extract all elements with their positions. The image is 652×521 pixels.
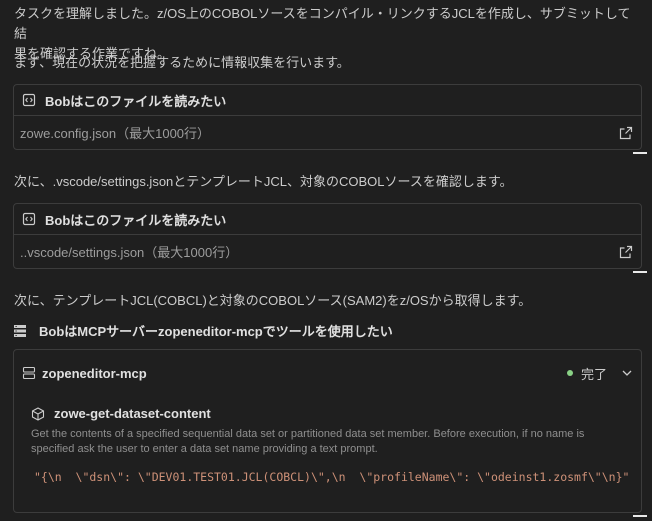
- chevron-down-icon[interactable]: [621, 367, 633, 379]
- file-code-icon: [22, 212, 36, 226]
- server-outline-icon: [22, 366, 36, 380]
- read-file-card-header: Bobはこのファイルを読みたい: [14, 204, 641, 235]
- scroll-marker: [633, 271, 647, 273]
- read-file-card-body[interactable]: ..vscode/settings.json（最大1000行）: [14, 235, 641, 268]
- read-file-card-title: Bobはこのファイルを読みたい: [45, 212, 227, 228]
- tool-function-name: zowe-get-dataset-content: [54, 406, 211, 421]
- read-file-card-header: Bobはこのファイルを読みたい: [14, 85, 641, 116]
- read-file-card-1: Bobはこのファイルを読みたい zowe.config.json（最大1000行…: [13, 84, 642, 150]
- read-file-card-2: Bobはこのファイルを読みたい ..vscode/settings.json（最…: [13, 203, 642, 269]
- tool-function: zowe-get-dataset-content: [31, 406, 211, 421]
- mcp-tool-header[interactable]: zopeneditor-mcp 完了: [22, 362, 633, 384]
- file-code-icon: [22, 93, 36, 107]
- intro-line-3: まず、現在の状況を把握するために情報収集を行います。: [14, 55, 350, 70]
- scroll-marker: [633, 152, 647, 154]
- read-file-card-title: Bobはこのファイルを読みたい: [45, 93, 227, 109]
- scroll-marker: [633, 515, 647, 517]
- status-label: 完了: [580, 366, 607, 382]
- read-file-card-body[interactable]: zowe.config.json（最大1000行）: [14, 116, 641, 149]
- mcp-server-name: zopeneditor-mcp: [42, 365, 147, 381]
- tool-arguments: "{\n \"dsn\": \"DEV01.TEST01.JCL(COBCL)\…: [34, 470, 630, 484]
- step-2-text: 次に、.vscode/settings.jsonとテンプレートJCL、対象のCO…: [14, 174, 513, 189]
- external-link-icon[interactable]: [619, 126, 633, 140]
- tool-description: Get the contents of a specified sequenti…: [31, 428, 585, 455]
- status-dot: [566, 370, 573, 376]
- status-indicator: 完了: [566, 364, 633, 383]
- tool-request-title: BobはMCPサーバーzopeneditor-mcpでツールを使用したい: [13, 321, 393, 340]
- file-name: zowe.config.json（最大1000行）: [20, 126, 211, 141]
- intro-line-1: タスクを理解しました。z/OS上のCOBOLソースをコンパイル・リンクするJCL…: [14, 6, 631, 41]
- step-3-text: 次に、テンプレートJCL(COBCL)と対象のCOBOLソース(SAM2)をz/…: [14, 293, 532, 308]
- tool-request-label: BobはMCPサーバーzopeneditor-mcpでツールを使用したい: [39, 324, 393, 339]
- cube-icon: [31, 406, 45, 421]
- external-link-icon[interactable]: [619, 245, 633, 259]
- file-name: ..vscode/settings.json（最大1000行）: [20, 245, 239, 260]
- mcp-tool-card: zopeneditor-mcp 完了 zowe-get-dataset-cont…: [13, 349, 642, 513]
- server-icon: [13, 324, 27, 338]
